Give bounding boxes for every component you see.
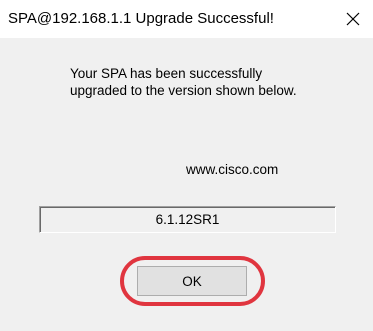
upgrade-dialog: SPA@192.168.1.1 Upgrade Successful! Your… [0,0,373,331]
title-bar: SPA@192.168.1.1 Upgrade Successful! [0,0,373,38]
version-field: 6.1.12SR1 [39,206,336,233]
close-button[interactable] [333,0,373,38]
window-title: SPA@192.168.1.1 Upgrade Successful! [8,10,274,27]
close-icon [346,12,360,26]
cisco-link-text: www.cisco.com [186,162,279,177]
version-value: 6.1.12SR1 [155,212,220,227]
dialog-body: Your SPA has been successfully upgraded … [0,38,373,331]
success-message: Your SPA has been successfully upgraded … [70,66,297,98]
ok-button[interactable]: OK [137,266,247,296]
